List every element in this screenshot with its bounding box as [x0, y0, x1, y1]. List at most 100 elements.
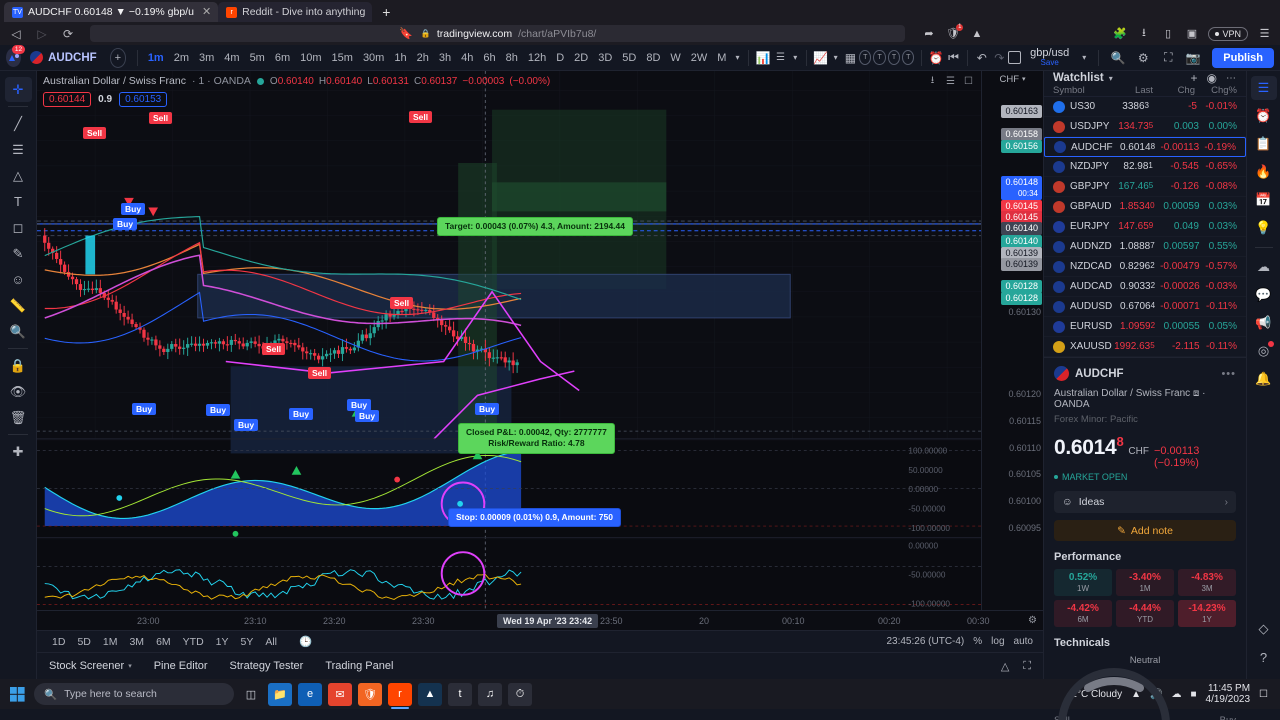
- taskbar-search[interactable]: 🔍 Type here to search: [34, 683, 234, 705]
- taskbar-app-clock[interactable]: ⏱: [508, 682, 532, 706]
- alert-icon[interactable]: ⏰: [927, 48, 945, 68]
- vpn-button[interactable]: VPN: [1208, 26, 1248, 41]
- bottom-item-stock-screener[interactable]: Stock Screener ▾: [49, 660, 132, 672]
- brush-icon[interactable]: ✎: [5, 241, 32, 266]
- fullscreen-icon[interactable]: ⛶: [1023, 660, 1031, 673]
- back-icon[interactable]: ◁: [8, 26, 24, 42]
- watchlist-row-EURJPY[interactable]: EURJPY 147.659 0.049 0.03%: [1044, 217, 1246, 237]
- chart-type-caret-icon[interactable]: ▾: [789, 53, 801, 62]
- new-tab-button[interactable]: +: [376, 2, 396, 22]
- taskbar-app-tv[interactable]: ▲: [418, 682, 442, 706]
- taskbar-app-telegram[interactable]: t: [448, 682, 472, 706]
- ruler-icon[interactable]: 📏: [5, 293, 32, 318]
- download-chart-icon[interactable]: ⭳: [926, 75, 939, 88]
- watchlist-menu-icon[interactable]: ⋯: [1226, 73, 1237, 84]
- timeframe-5D[interactable]: 5D: [617, 50, 641, 66]
- broadcast-icon[interactable]: ◎: [1251, 339, 1277, 363]
- indicator-3-icon[interactable]: T: [887, 50, 901, 65]
- timeframe-2D[interactable]: 2D: [569, 50, 593, 66]
- time-settings-icon[interactable]: ⚙: [1028, 615, 1037, 626]
- notes-icon[interactable]: 📋: [1251, 132, 1277, 156]
- chat-icon[interactable]: 💬: [1251, 283, 1277, 307]
- sidebar-icon[interactable]: ▯: [1160, 26, 1175, 41]
- camera-icon[interactable]: 📷: [1182, 48, 1204, 68]
- external-link-icon[interactable]: ⧈: [1193, 388, 1199, 399]
- lock-icon[interactable]: 🔒: [5, 353, 32, 378]
- hotlist-icon[interactable]: 🔥: [1251, 160, 1277, 184]
- close-icon[interactable]: ✕: [202, 6, 211, 18]
- timeframe-2m[interactable]: 2m: [169, 50, 194, 66]
- shapes-icon[interactable]: ◻: [5, 215, 32, 240]
- brave-shield-icon[interactable]: 🛡 1: [945, 24, 964, 41]
- watchlist-row-USDJPY[interactable]: USDJPY 134.735 0.003 0.00%: [1044, 117, 1246, 137]
- range-1D[interactable]: 1D: [47, 634, 70, 650]
- symbol-search-button[interactable]: AUDCHF: [27, 49, 104, 66]
- collapse-icon[interactable]: ☰: [944, 75, 957, 88]
- templates-icon[interactable]: ▦: [842, 48, 860, 68]
- timeframe-15m[interactable]: 15m: [327, 50, 358, 66]
- watchlist-row-AUDUSD[interactable]: AUDUSD 0.67064 -0.00071 -0.11%: [1044, 297, 1246, 317]
- range-3M[interactable]: 3M: [124, 634, 149, 650]
- range-1M[interactable]: 1M: [98, 634, 123, 650]
- timeframe-8h[interactable]: 8h: [501, 50, 523, 66]
- redo-icon[interactable]: ↷: [991, 48, 1009, 68]
- download-icon[interactable]: ⭳: [1136, 26, 1151, 41]
- range-YTD[interactable]: YTD: [178, 634, 209, 650]
- bottom-item-strategy-tester[interactable]: Strategy Tester: [230, 660, 304, 672]
- candles-icon[interactable]: 📊: [754, 48, 772, 68]
- percent-scale-button[interactable]: %: [973, 636, 982, 647]
- timeframe-10m[interactable]: 10m: [295, 50, 326, 66]
- fib-icon[interactable]: ☰: [5, 137, 32, 162]
- fullscreen-icon[interactable]: ⛶: [1157, 48, 1179, 68]
- timeframe-3D[interactable]: 3D: [593, 50, 617, 66]
- timeframe-4m[interactable]: 4m: [219, 50, 244, 66]
- timeframe-D[interactable]: D: [551, 50, 569, 66]
- watchlist-row-AUDNZD[interactable]: AUDNZD 1.08887 0.00597 0.55%: [1044, 237, 1246, 257]
- timeframe-8D[interactable]: 8D: [641, 50, 665, 66]
- chevron-down-icon[interactable]: ▾: [1109, 74, 1113, 83]
- detail-menu-icon[interactable]: •••: [1221, 368, 1236, 380]
- timeframe-W[interactable]: W: [665, 50, 685, 66]
- timeframe-3m[interactable]: 3m: [194, 50, 219, 66]
- browser-tab-tradingview[interactable]: TV AUDCHF 0.60148 ▼ −0.19% gbp/u ✕: [4, 2, 219, 22]
- browser-tab-reddit[interactable]: r Reddit - Dive into anything: [218, 2, 373, 22]
- indicator-4-icon[interactable]: T: [902, 50, 915, 65]
- watchlist-row-GBPAUD[interactable]: GBPAUD 1.85340 0.00059 0.03%: [1044, 197, 1246, 217]
- price-scale[interactable]: CHF▾ 0.601650.601600.601500.601300.60120…: [981, 71, 1043, 610]
- indicator-2-icon[interactable]: T: [873, 50, 886, 65]
- indicators-icon[interactable]: 📈: [812, 48, 830, 68]
- layers-icon[interactable]: ◇: [1251, 617, 1277, 641]
- range-5D[interactable]: 5D: [72, 634, 95, 650]
- layout-caret-icon[interactable]: ▾: [1078, 53, 1090, 62]
- timezone-icon[interactable]: 🕒: [294, 633, 317, 650]
- taskbar-app-explorer[interactable]: 📁: [268, 682, 292, 706]
- tradingview-logo[interactable]: 12: [6, 45, 26, 67]
- text-icon[interactable]: T: [5, 189, 32, 214]
- timeframe-2h[interactable]: 2h: [412, 50, 434, 66]
- add-drawing-icon[interactable]: ✚: [5, 439, 32, 464]
- timeframe-2W[interactable]: 2W: [686, 50, 713, 66]
- ideas-icon[interactable]: 💡: [1251, 216, 1277, 240]
- range-5Y[interactable]: 5Y: [236, 634, 259, 650]
- wallet-icon[interactable]: ▣: [1184, 26, 1199, 41]
- timeframe-6h[interactable]: 6h: [478, 50, 500, 66]
- notifications-icon[interactable]: ☐: [1259, 689, 1268, 700]
- taskbar-app-brave[interactable]: 🛡: [358, 682, 382, 706]
- calendar-icon[interactable]: 📅: [1251, 188, 1277, 212]
- indicator-1-icon[interactable]: T: [859, 50, 872, 65]
- timeframe-more-icon[interactable]: ▾: [731, 53, 743, 62]
- ideas-button[interactable]: ☺ Ideas ›: [1054, 491, 1236, 513]
- save-layout-button[interactable]: gbp/usd Save: [1024, 47, 1075, 68]
- taskbar-app-edge[interactable]: e: [298, 682, 322, 706]
- indicators-caret-icon[interactable]: ▾: [830, 53, 842, 62]
- watchlist-row-NZDCAD[interactable]: NZDCAD 0.82962 -0.00479 -0.57%: [1044, 257, 1246, 277]
- range-1Y[interactable]: 1Y: [211, 634, 234, 650]
- pattern-icon[interactable]: △: [5, 163, 32, 188]
- public-chat-icon[interactable]: 📢: [1251, 311, 1277, 335]
- expand-panel-icon[interactable]: △: [1001, 660, 1009, 673]
- auto-scale-button[interactable]: auto: [1014, 636, 1033, 647]
- menu-icon[interactable]: ☰: [1257, 26, 1272, 41]
- magnet-icon[interactable]: 🔍: [5, 319, 32, 344]
- share-icon[interactable]: ➦: [921, 26, 936, 41]
- trendline-icon[interactable]: ╱: [5, 111, 32, 136]
